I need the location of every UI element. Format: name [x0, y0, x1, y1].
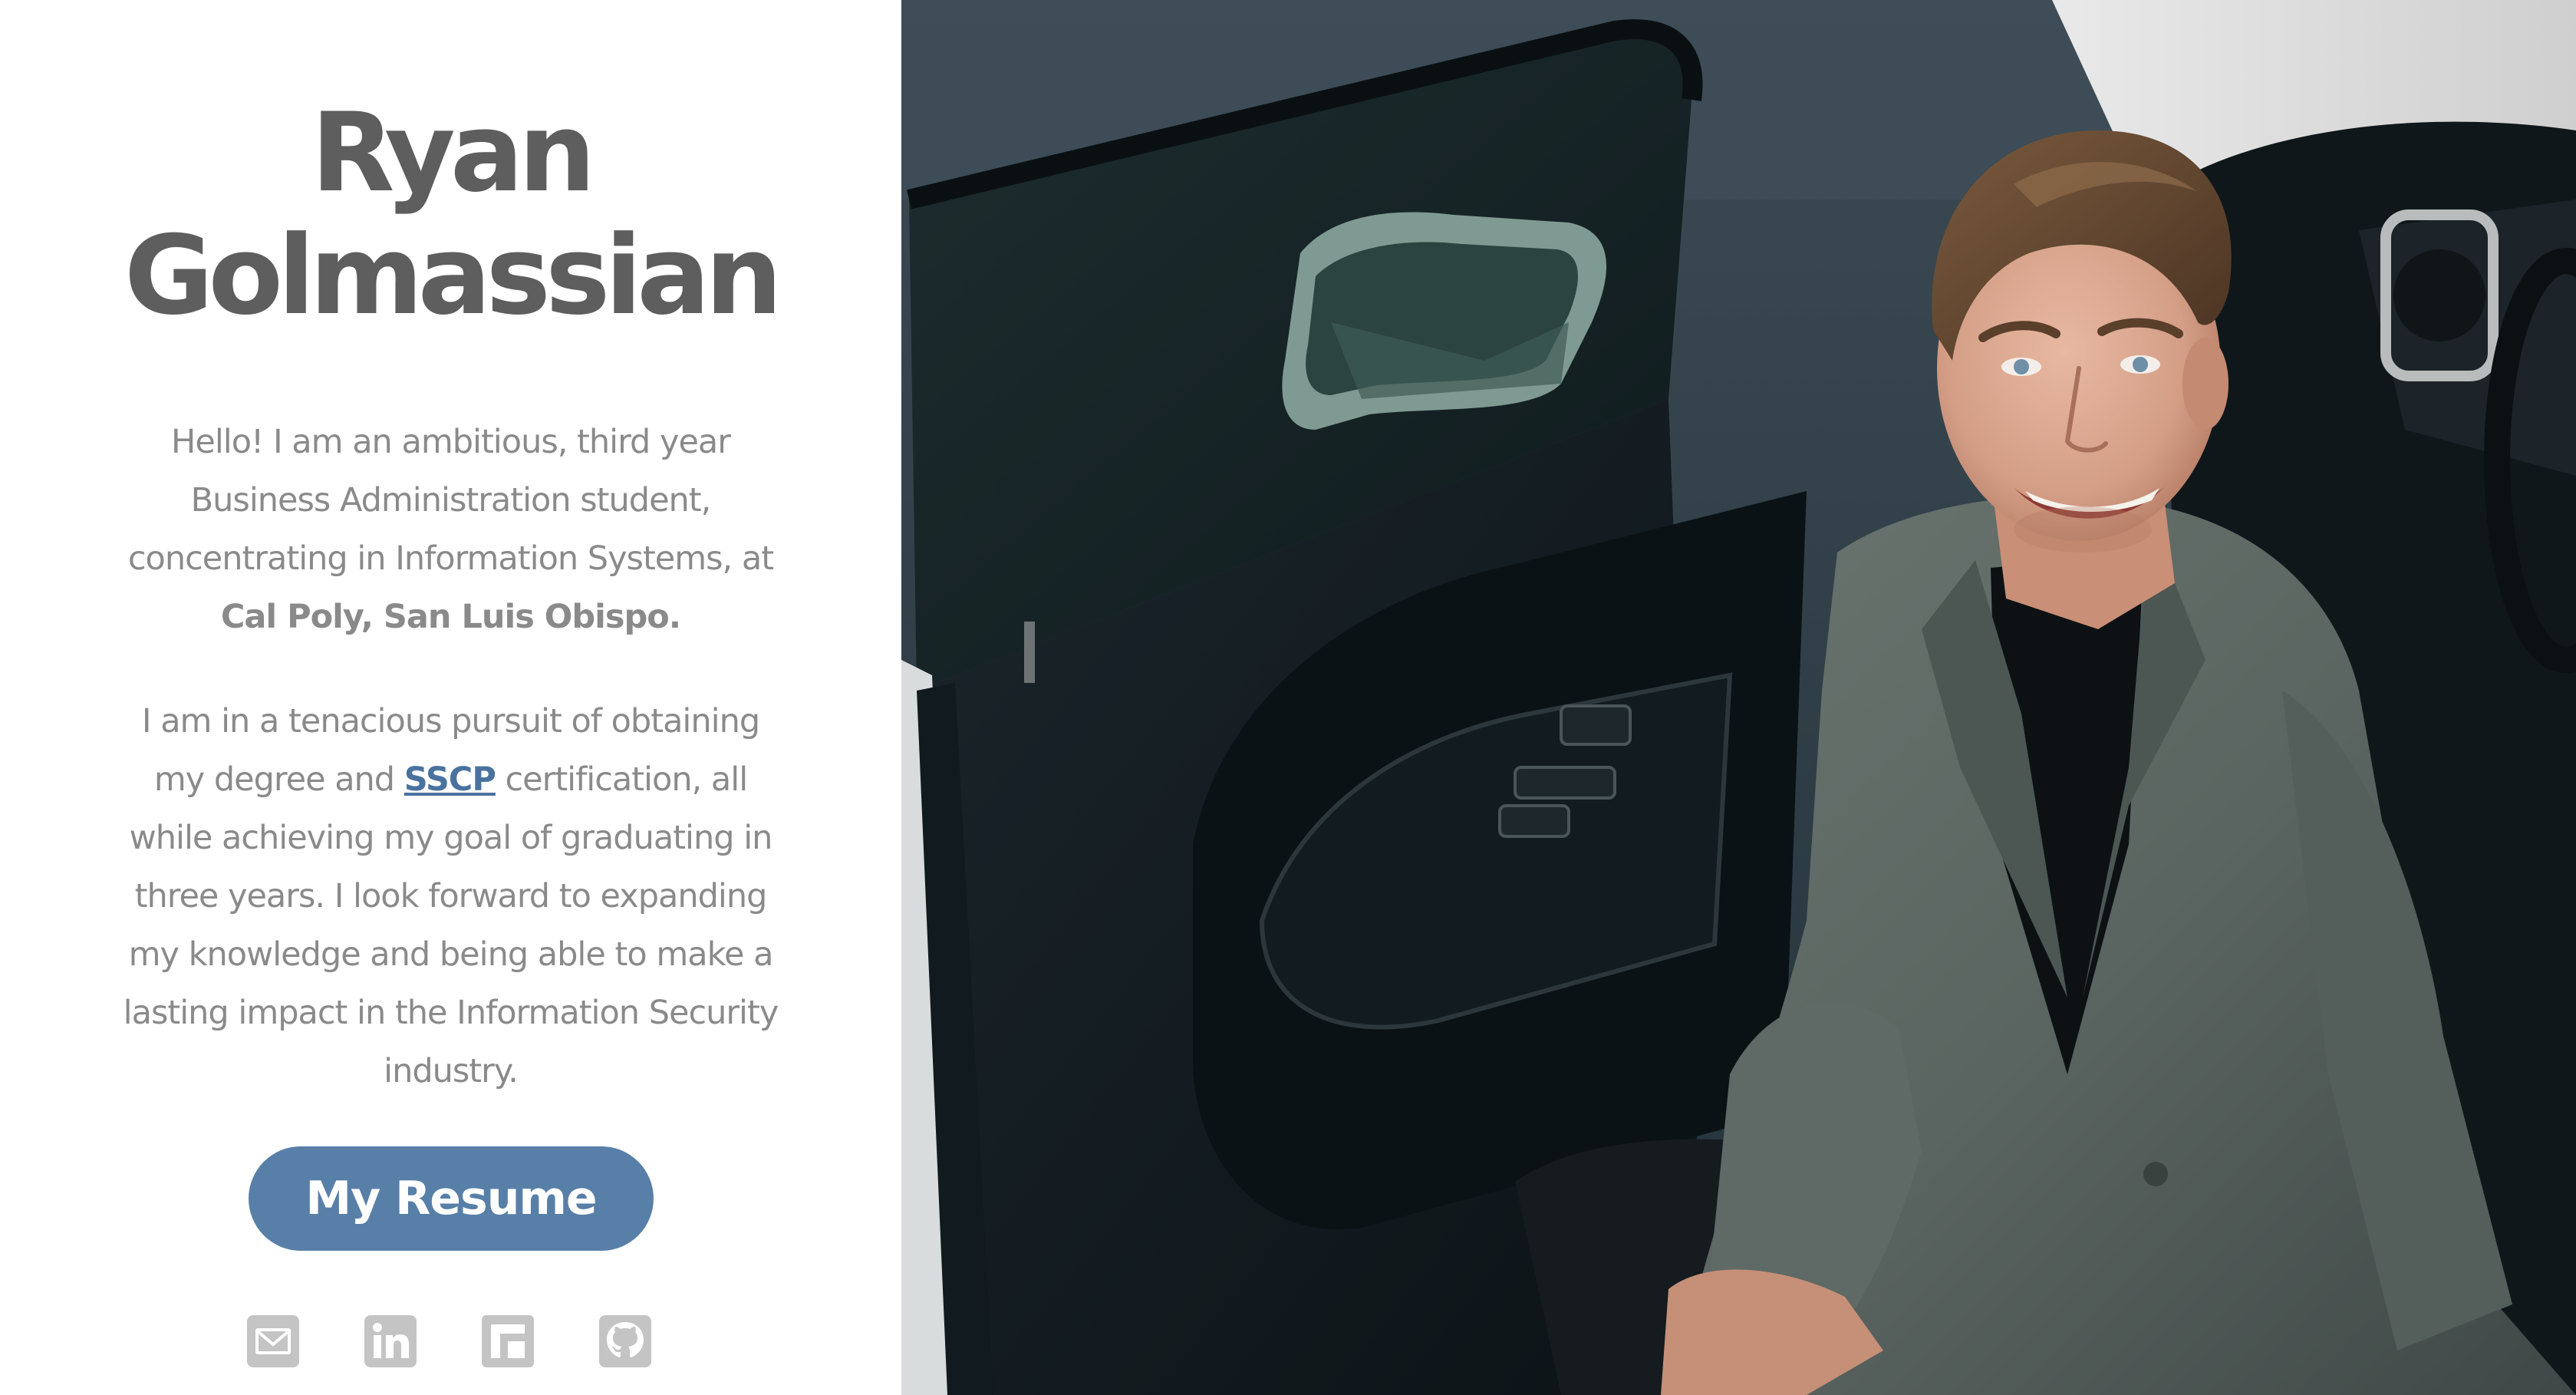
- university-name: Cal Poly, San Luis Obispo.: [220, 598, 681, 636]
- resume-button[interactable]: My Resume: [249, 1146, 654, 1251]
- flipboard-icon[interactable]: [482, 1315, 534, 1367]
- linkedin-icon[interactable]: [364, 1315, 417, 1367]
- bio-goal-text-rest: certification, all while achieving my go…: [123, 760, 779, 1090]
- github-icon[interactable]: [599, 1315, 651, 1367]
- bio-paragraph-2: I am in a tenacious pursuit of obtaining…: [115, 692, 786, 1100]
- profile-photo: [901, 0, 2576, 1395]
- email-icon[interactable]: [247, 1315, 299, 1367]
- first-name: Ryan: [311, 90, 595, 216]
- social-links: [247, 1315, 661, 1369]
- last-name: Golmassian: [124, 213, 782, 339]
- bio-paragraph-1: Hello! I am an ambitious, third year Bus…: [115, 413, 786, 646]
- bio-intro-text: Hello! I am an ambitious, third year Bus…: [127, 423, 774, 578]
- page-title: Ryan Golmassian: [0, 92, 901, 338]
- sscp-link[interactable]: SSCP: [404, 760, 496, 799]
- page: Ryan Golmassian Hello! I am an ambitious…: [0, 0, 2576, 1395]
- intro-panel: Ryan Golmassian Hello! I am an ambitious…: [0, 0, 901, 1395]
